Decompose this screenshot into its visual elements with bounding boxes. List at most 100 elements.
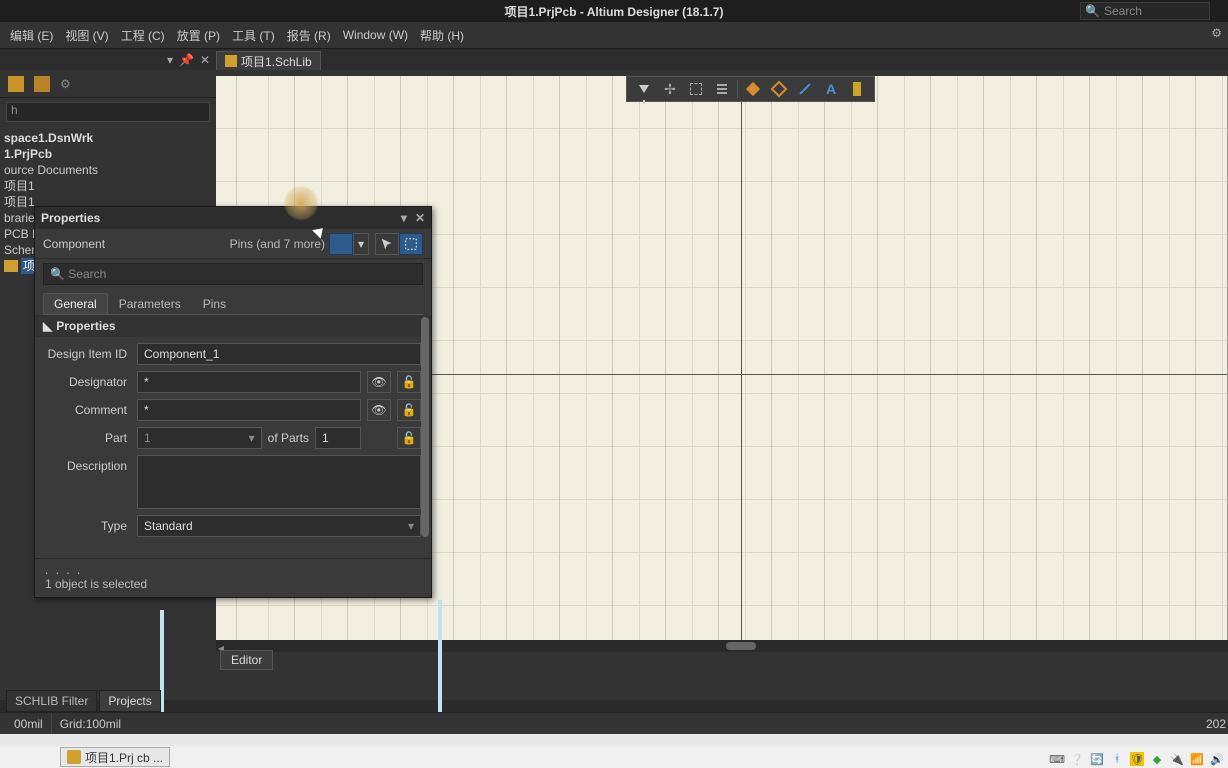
- status-bar: 00mil Grid:100mil 202: [0, 712, 1228, 734]
- tray-keyboard-icon[interactable]: ⌨: [1050, 752, 1064, 766]
- panel-menu-icon[interactable]: ▾: [401, 211, 407, 225]
- tab-parameters[interactable]: Parameters: [108, 293, 192, 314]
- label-of-parts: of Parts: [268, 431, 309, 445]
- menu-report[interactable]: 报告 (R): [281, 27, 337, 44]
- hscroll-thumb[interactable]: [726, 642, 756, 650]
- vscroll-thumb[interactable]: [421, 317, 429, 537]
- tray-help-icon[interactable]: ❔: [1070, 752, 1084, 766]
- select-mode-object-button[interactable]: [375, 233, 399, 255]
- menu-window[interactable]: Window (W): [337, 28, 414, 42]
- tab-general[interactable]: General: [43, 293, 108, 314]
- lock-icon: 🔓: [402, 431, 417, 445]
- select-mode-area-button[interactable]: [399, 233, 423, 255]
- tray-network-icon[interactable]: 📶: [1190, 752, 1204, 766]
- filter-dropdown-button[interactable]: ▾: [353, 233, 369, 255]
- settings-gear-icon[interactable]: ⚙: [1211, 26, 1222, 40]
- input-designator[interactable]: *: [137, 371, 361, 393]
- tree-source-docs[interactable]: ource Documents: [2, 162, 216, 178]
- properties-search[interactable]: 🔍 Search: [43, 263, 423, 285]
- document-tab[interactable]: 项目1.SchLib: [216, 51, 321, 70]
- bottom-panel-tabs: SCHLIB Filter Projects: [6, 690, 163, 712]
- menu-bar: 编辑 (E) 视图 (V) 工程 (C) 放置 (P) 工具 (T) 报告 (R…: [0, 22, 1228, 48]
- horizontal-scrollbar[interactable]: ◂: [216, 640, 1228, 652]
- tray-power-icon[interactable]: 🔌: [1170, 752, 1184, 766]
- tree-workspace[interactable]: space1.DsnWrk: [2, 130, 216, 146]
- label-description: Description: [45, 455, 131, 473]
- move-icon[interactable]: ✢: [657, 78, 683, 100]
- menu-edit[interactable]: 编辑 (E): [4, 27, 59, 44]
- place-part-icon[interactable]: [740, 78, 766, 100]
- window-gap: [0, 734, 1228, 746]
- lock-icon: 🔓: [402, 375, 417, 389]
- global-search[interactable]: 🔍 Search: [1080, 2, 1210, 20]
- document-tab-row: ▾ 📌 ✕ 项目1.SchLib: [0, 48, 1228, 70]
- menu-help[interactable]: 帮助 (H): [414, 27, 470, 44]
- properties-scrollbar[interactable]: [421, 317, 429, 557]
- active-bar[interactable]: ✢ A: [626, 76, 875, 102]
- select-type[interactable]: Standard: [137, 515, 421, 537]
- filter-funnel-button[interactable]: [329, 233, 353, 255]
- input-of-parts[interactable]: 1: [315, 427, 361, 449]
- panel-dropdown-icon[interactable]: ▾: [167, 53, 173, 67]
- menu-project[interactable]: 工程 (C): [115, 27, 171, 44]
- eye-icon: 👁: [371, 375, 386, 389]
- properties-footer: . . . . 1 object is selected: [35, 558, 431, 597]
- value-of-parts: 1: [322, 431, 329, 445]
- eye-icon: 👁: [371, 403, 386, 417]
- input-design-item-id[interactable]: Component_1: [137, 343, 421, 365]
- input-comment[interactable]: *: [137, 399, 361, 421]
- title-bar: 项目1.PrjPcb - Altium Designer (18.1.7) 🔍 …: [0, 0, 1228, 22]
- tab-pins[interactable]: Pins: [192, 293, 237, 314]
- lock-toggle-designator[interactable]: 🔓: [397, 371, 421, 393]
- input-description[interactable]: [137, 455, 421, 509]
- tray-volume-icon[interactable]: 🔊: [1210, 752, 1224, 766]
- lock-toggle-comment[interactable]: 🔓: [397, 399, 421, 421]
- label-part: Part: [45, 431, 131, 445]
- label-designator: Designator: [45, 375, 131, 389]
- panel-close-icon[interactable]: ✕: [415, 211, 425, 225]
- taskbar-app-button[interactable]: 项目1.Prj cb ...: [60, 747, 170, 767]
- visibility-toggle-comment[interactable]: 👁: [367, 399, 391, 421]
- object-type-label: Component: [43, 237, 105, 251]
- tray-sync-icon[interactable]: 🔄: [1090, 752, 1104, 766]
- altium-logo-icon: [67, 750, 81, 764]
- properties-titlebar[interactable]: Properties ▾ ✕: [35, 207, 431, 229]
- bus-icon[interactable]: [844, 78, 870, 100]
- menu-view[interactable]: 视图 (V): [59, 27, 114, 44]
- tree-project[interactable]: 1.PrjPcb: [2, 146, 216, 162]
- value-part: 1: [144, 431, 151, 445]
- tray-bluetooth-icon[interactable]: ᚼ: [1110, 752, 1124, 766]
- filter-icon[interactable]: [631, 78, 657, 100]
- tab-projects[interactable]: Projects: [99, 690, 160, 712]
- schlib-thumb-icon: [4, 260, 18, 272]
- tree-doc1[interactable]: 项目1: [2, 178, 216, 194]
- align-icon[interactable]: [709, 78, 735, 100]
- os-taskbar: 项目1.Prj cb ... ⌨ ❔ 🔄 ᚼ 🛡 ◆ 🔌 📶 🔊: [0, 746, 1228, 768]
- menu-tools[interactable]: 工具 (T): [226, 27, 281, 44]
- line-icon[interactable]: [792, 78, 818, 100]
- open-folder-icon[interactable]: [8, 76, 24, 92]
- tray-shield-icon[interactable]: 🛡: [1130, 752, 1144, 766]
- projects-search[interactable]: h: [6, 102, 210, 122]
- lock-toggle-part[interactable]: 🔓: [397, 427, 421, 449]
- panel-pin-icon[interactable]: 📌: [179, 53, 194, 67]
- status-grid: Grid:100mil: [52, 713, 129, 734]
- value-type: Standard: [144, 519, 193, 533]
- polygon-outline-icon[interactable]: [766, 78, 792, 100]
- panel-close-icon[interactable]: ✕: [200, 53, 210, 67]
- panel-settings-icon[interactable]: ⚙: [60, 77, 71, 91]
- open-project-icon[interactable]: [34, 76, 50, 92]
- tab-schlib-filter[interactable]: SCHLIB Filter: [6, 690, 97, 712]
- editor-tab-label: Editor: [231, 653, 262, 667]
- select-rect-icon[interactable]: [683, 78, 709, 100]
- tray-antivirus-icon[interactable]: ◆: [1150, 752, 1164, 766]
- editor-mode-tab[interactable]: Editor: [220, 650, 273, 670]
- search-icon: 🔍: [1085, 4, 1100, 18]
- visibility-toggle-designator[interactable]: 👁: [367, 371, 391, 393]
- section-properties[interactable]: ◣ Properties: [35, 315, 431, 337]
- menu-place[interactable]: 放置 (P): [171, 27, 226, 44]
- search-placeholder: Search: [1104, 4, 1142, 18]
- select-part[interactable]: 1: [137, 427, 262, 449]
- properties-panel[interactable]: Properties ▾ ✕ Component Pins (and 7 mor…: [34, 206, 432, 598]
- text-icon[interactable]: A: [818, 78, 844, 100]
